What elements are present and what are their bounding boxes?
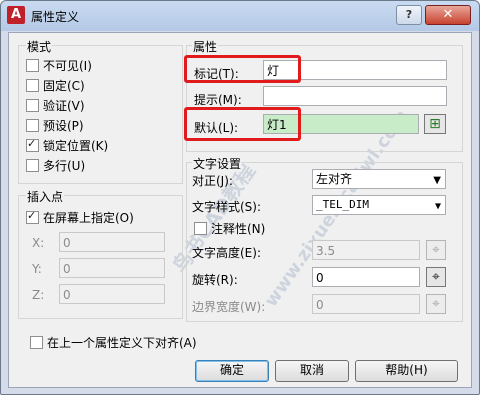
annotative-label: 注释性(N): [211, 222, 266, 236]
y-coordinate-input[interactable]: 0: [59, 258, 165, 278]
justification-select[interactable]: 左对齐 ▼: [312, 169, 446, 189]
mode-group-label: 模式: [26, 38, 53, 55]
attribute-group-label: 属性: [192, 38, 219, 55]
constant-label: 固定(C): [43, 79, 85, 93]
specify-on-screen-checkbox[interactable]: [26, 209, 39, 224]
invisible-label: 不可见(I): [43, 59, 92, 73]
x-coordinate-input[interactable]: 0: [59, 232, 165, 252]
verify-checkbox[interactable]: [26, 99, 39, 112]
rotation-input[interactable]: 0: [312, 267, 420, 287]
text-style-select[interactable]: _TEL_DIM ▼: [312, 195, 446, 215]
text-height-label: 文字高度(E):: [192, 246, 261, 260]
justification-label: 对正(J):: [192, 174, 233, 188]
text-style-value: _TEL_DIM: [316, 198, 369, 211]
insert-field-icon[interactable]: ⊞: [424, 114, 446, 134]
chevron-down-icon: ▼: [434, 201, 441, 212]
align-below-label: 在上一个属性定义下对齐(A): [47, 336, 197, 350]
title-help-button[interactable]: ?: [396, 5, 422, 25]
help-button[interactable]: 帮助(H): [355, 360, 458, 382]
multiline-checkbox[interactable]: [26, 159, 39, 172]
chevron-down-icon: ▼: [433, 175, 441, 186]
prompt-input[interactable]: [263, 86, 447, 106]
boundary-width-label: 边界宽度(W):: [192, 300, 266, 314]
ok-button[interactable]: 确定: [195, 360, 269, 382]
cancel-button[interactable]: 取消: [275, 360, 349, 382]
pick-rotation-icon[interactable]: ⌖: [426, 267, 446, 287]
verify-label: 验证(V): [43, 99, 85, 113]
preset-label: 预设(P): [43, 119, 84, 133]
text-height-input[interactable]: 3.5: [312, 240, 420, 260]
z-label: Z:: [32, 288, 45, 302]
close-button[interactable]: ✕: [425, 5, 471, 25]
lock-position-label: 锁定位置(K): [43, 139, 109, 153]
justification-value: 左对齐: [316, 172, 353, 186]
autocad-app-icon: A: [7, 6, 25, 24]
align-below-checkbox[interactable]: [30, 336, 43, 349]
invisible-checkbox[interactable]: [26, 59, 39, 72]
window-title: 属性定义: [31, 10, 80, 24]
pick-text-height-icon[interactable]: ⌖: [426, 240, 446, 260]
x-label: X:: [32, 236, 45, 250]
title-bar[interactable]: A 属性定义 ? ✕: [1, 1, 479, 31]
highlight-tag: [184, 55, 301, 83]
specify-on-screen-label: 在屏幕上指定(O): [43, 211, 134, 225]
lock-position-checkbox[interactable]: [26, 137, 39, 152]
attribute-definition-dialog: A 属性定义 ? ✕ 鸟书CAD教程 www.zixue2.cadwl.com …: [0, 0, 480, 395]
constant-checkbox[interactable]: [26, 79, 39, 92]
dialog-client-area: 鸟书CAD教程 www.zixue2.cadwl.com 模式 不可见(I) 固…: [8, 32, 472, 388]
text-settings-group-label: 文字设置: [192, 155, 243, 172]
multiline-label: 多行(U): [43, 159, 86, 173]
y-label: Y:: [32, 262, 42, 276]
rotation-label: 旋转(R):: [192, 273, 238, 287]
insertion-point-group-label: 插入点: [26, 188, 65, 205]
z-coordinate-input[interactable]: 0: [59, 284, 165, 304]
prompt-label: 提示(M):: [194, 93, 242, 107]
text-style-label: 文字样式(S):: [192, 200, 262, 214]
highlight-default: [184, 107, 301, 141]
annotative-checkbox[interactable]: [194, 222, 207, 235]
preset-checkbox[interactable]: [26, 119, 39, 132]
pick-boundary-width-icon[interactable]: ⌖: [426, 294, 446, 314]
boundary-width-input[interactable]: 0: [312, 294, 420, 314]
